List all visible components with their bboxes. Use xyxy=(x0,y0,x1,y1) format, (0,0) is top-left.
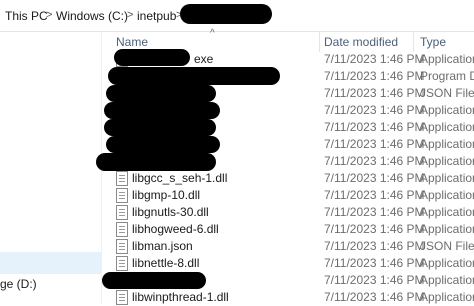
column-header-date-modified[interactable]: Date modified xyxy=(324,32,398,52)
file-row[interactable]: 7/11/2023 1:46 PM Application exe xyxy=(102,49,474,68)
file-row[interactable]: 7/11/2023 1:46 PM Application xyxy=(96,153,474,171)
file-date-modified: 7/11/2023 1:46 PM xyxy=(324,273,425,287)
file-date-modified: 7/11/2023 1:46 PM xyxy=(324,103,425,117)
file-icon xyxy=(116,290,128,305)
chevron-right-icon[interactable]: > xyxy=(127,9,133,21)
file-icon xyxy=(116,205,128,220)
redaction-mark xyxy=(102,272,206,289)
redaction-mark xyxy=(114,49,190,66)
file-type: JSON File xyxy=(420,86,474,100)
file-row[interactable]: libhogweed-6.dll 7/11/2023 1:46 PM Applica… xyxy=(102,221,474,238)
file-name[interactable]: libgmp-10.dll xyxy=(132,188,200,202)
file-name-visible-part: exe xyxy=(194,52,214,66)
file-row[interactable]: 7/11/2023 1:46 PM Application xyxy=(102,102,474,119)
file-type: JSON File xyxy=(420,239,474,253)
file-date-modified: 7/11/2023 1:46 PM xyxy=(324,239,425,253)
file-date-modified: 7/11/2023 1:46 PM xyxy=(324,69,425,83)
address-bar[interactable]: This PC > Windows (C:) > inetpub > xyxy=(0,0,474,32)
file-date-modified: 7/11/2023 1:46 PM xyxy=(324,222,425,236)
file-date-modified: 7/11/2023 1:46 PM xyxy=(324,205,425,219)
file-icon xyxy=(116,171,128,186)
file-icon xyxy=(116,239,128,254)
file-name[interactable]: libman.json xyxy=(132,239,193,253)
file-name[interactable]: libhogweed-6.dll xyxy=(132,222,219,236)
file-type: Application xyxy=(420,171,474,185)
file-icon xyxy=(116,188,128,203)
file-row[interactable]: libgcc_s_seh-1.dll 7/11/2023 1:46 PM Appli… xyxy=(102,170,474,187)
file-date-modified: 7/11/2023 1:46 PM xyxy=(324,120,425,134)
file-date-modified: 7/11/2023 1:46 PM xyxy=(324,171,425,185)
file-row[interactable]: libnettle-8.dll 7/11/2023 1:46 PM Applicat… xyxy=(102,255,474,272)
file-type: Application xyxy=(420,137,474,151)
redaction-mark xyxy=(96,153,216,171)
file-type: Program Dell xyxy=(420,69,474,83)
file-date-modified: 7/11/2023 1:46 PM xyxy=(324,137,425,151)
file-type: Application xyxy=(420,273,474,287)
nav-item-selected[interactable] xyxy=(0,252,101,274)
column-divider[interactable] xyxy=(413,32,414,52)
file-row[interactable]: 7/11/2023 1:46 PM JSON File xyxy=(102,85,474,102)
file-row[interactable]: libgnutls-30.dll 7/11/2023 1:46 PM Applica… xyxy=(102,204,474,221)
file-type: Application xyxy=(420,205,474,219)
redaction-mark xyxy=(104,119,216,136)
file-name[interactable]: libnettle-8.dll xyxy=(132,256,199,270)
breadcrumb-windows-c[interactable]: Windows (C:) xyxy=(56,9,128,23)
sort-ascending-icon: ^ xyxy=(210,28,215,39)
file-date-modified: 7/11/2023 1:46 PM xyxy=(324,290,425,304)
chevron-right-icon[interactable]: > xyxy=(46,9,52,21)
file-name[interactable]: libwinpthread-1.dll xyxy=(132,290,229,304)
file-type: Application xyxy=(420,222,474,236)
file-type: Application xyxy=(420,154,474,168)
column-header-type[interactable]: Type xyxy=(420,32,446,52)
file-type: Application xyxy=(420,103,474,117)
redaction-mark xyxy=(180,4,272,24)
file-date-modified: 7/11/2023 1:46 PM xyxy=(324,154,425,168)
file-type: Application xyxy=(420,120,474,134)
navigation-pane[interactable]: ge (D:) xyxy=(0,32,102,304)
redaction-mark xyxy=(108,67,280,85)
file-row[interactable]: 7/11/2023 1:46 PM Application xyxy=(102,272,474,289)
file-row[interactable]: libman.json 7/11/2023 1:46 PM JSON File xyxy=(102,238,474,255)
breadcrumb-inetpub[interactable]: inetpub xyxy=(137,9,176,23)
file-type: Application xyxy=(420,290,474,304)
redaction-mark xyxy=(106,136,220,153)
file-row[interactable]: 7/11/2023 1:46 PM Application xyxy=(102,119,474,136)
file-type: Application xyxy=(420,52,474,66)
file-date-modified: 7/11/2023 1:46 PM xyxy=(324,256,425,270)
column-divider[interactable] xyxy=(319,32,320,52)
file-name[interactable]: libgcc_s_seh-1.dll xyxy=(132,171,227,185)
file-date-modified: 7/11/2023 1:46 PM xyxy=(324,188,425,202)
file-type: Application xyxy=(420,256,474,270)
file-row[interactable]: 7/11/2023 1:46 PMProgram Dell xyxy=(102,67,474,85)
file-icon xyxy=(116,256,128,271)
breadcrumb-this-pc[interactable]: This PC xyxy=(5,9,48,23)
redaction-mark xyxy=(104,102,220,119)
file-date-modified: 7/11/2023 1:46 PM xyxy=(324,86,425,100)
file-row[interactable]: libgmp-10.dll 7/11/2023 1:46 PM Applicatio… xyxy=(102,187,474,204)
file-date-modified: 7/11/2023 1:46 PM xyxy=(324,52,425,66)
file-row[interactable]: libwinpthread-1.dll 7/11/2023 1:46 PM Appl… xyxy=(102,289,474,306)
redaction-mark xyxy=(106,85,216,102)
nav-item-drive-d[interactable]: ge (D:) xyxy=(0,277,37,291)
file-type: Application xyxy=(420,188,474,202)
file-row[interactable]: 7/11/2023 1:46 PM Application xyxy=(102,136,474,153)
file-name[interactable]: libgnutls-30.dll xyxy=(132,205,209,219)
file-icon xyxy=(116,222,128,237)
